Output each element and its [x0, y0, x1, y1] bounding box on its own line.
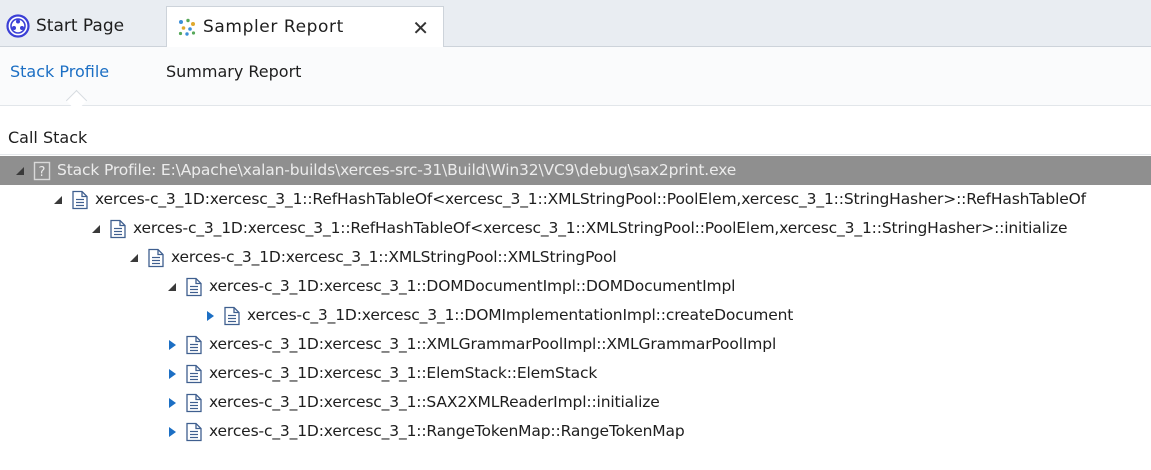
- document-tab-strip: Start Page Sampler Report ✕: [0, 0, 1151, 47]
- call-stack-header-label: Call Stack: [8, 128, 88, 147]
- tree-row-label: Stack Profile: E:\Apache\xalan-builds\xe…: [57, 161, 737, 179]
- tree-row-label: xerces-c_3_1D:xercesc_3_1::XMLStringPool…: [171, 248, 617, 266]
- document-icon: [185, 422, 203, 442]
- subtab-stack-profile[interactable]: Stack Profile: [10, 62, 109, 81]
- document-icon: [71, 190, 89, 210]
- document-icon: [185, 335, 203, 355]
- tree-row-label: xerces-c_3_1D:xercesc_3_1::RangeTokenMap…: [209, 422, 685, 440]
- document-icon: [109, 219, 127, 239]
- tab-sampler-report-label: Sampler Report: [203, 17, 344, 37]
- expanded-arrow-icon[interactable]: [164, 272, 180, 301]
- document-icon: [185, 364, 203, 384]
- expanded-arrow-icon[interactable]: [50, 185, 66, 214]
- document-icon: [185, 277, 203, 297]
- tree-row[interactable]: xerces-c_3_1D:xercesc_3_1::RangeTokenMap…: [0, 417, 1151, 446]
- tree-row-label: xerces-c_3_1D:xercesc_3_1::SAX2XMLReader…: [209, 393, 660, 411]
- expanded-arrow-icon[interactable]: [12, 156, 28, 185]
- tree-row-label: xerces-c_3_1D:xercesc_3_1::DOMImplementa…: [247, 306, 794, 324]
- tree-row[interactable]: xerces-c_3_1D:xercesc_3_1::XMLStringPool…: [0, 243, 1151, 272]
- call-stack-column-header[interactable]: Call Stack: [0, 124, 1151, 155]
- tree-row-label: xerces-c_3_1D:xercesc_3_1::DOMDocumentIm…: [209, 277, 736, 295]
- document-icon: [185, 393, 203, 413]
- tree-row[interactable]: ? Stack Profile: E:\Apache\xalan-builds\x…: [0, 156, 1151, 185]
- tree-row[interactable]: xerces-c_3_1D:xercesc_3_1::RefHashTableO…: [0, 185, 1151, 214]
- expanded-arrow-icon[interactable]: [88, 214, 104, 243]
- tree-row-label: xerces-c_3_1D:xercesc_3_1::ElemStack::El…: [209, 364, 598, 382]
- tree-row[interactable]: xerces-c_3_1D:xercesc_3_1::XMLGrammarPoo…: [0, 330, 1151, 359]
- tab-sampler-report[interactable]: Sampler Report ✕: [166, 6, 444, 47]
- subtab-summary-report[interactable]: Summary Report: [166, 62, 301, 81]
- sampler-icon: [177, 17, 197, 37]
- svg-text:?: ?: [39, 165, 46, 180]
- tab-start-page-label: Start Page: [36, 16, 125, 36]
- document-icon: [223, 306, 241, 326]
- collapsed-arrow-icon[interactable]: [164, 417, 180, 446]
- collapsed-arrow-icon[interactable]: [164, 359, 180, 388]
- help-icon: ?: [33, 161, 51, 181]
- close-icon[interactable]: ✕: [412, 16, 429, 40]
- document-icon: [147, 248, 165, 268]
- tree-row[interactable]: xerces-c_3_1D:xercesc_3_1::DOMImplementa…: [0, 301, 1151, 330]
- tree-row-label: xerces-c_3_1D:xercesc_3_1::XMLGrammarPoo…: [209, 335, 777, 353]
- tree-row[interactable]: xerces-c_3_1D:xercesc_3_1::SAX2XMLReader…: [0, 388, 1151, 417]
- tree-row[interactable]: xerces-c_3_1D:xercesc_3_1::RefHashTableO…: [0, 214, 1151, 243]
- collapsed-arrow-icon[interactable]: [164, 330, 180, 359]
- collapsed-arrow-icon[interactable]: [164, 388, 180, 417]
- call-stack-tree[interactable]: ? Stack Profile: E:\Apache\xalan-builds\x…: [0, 156, 1151, 470]
- tree-row[interactable]: xerces-c_3_1D:xercesc_3_1::DOMDocumentIm…: [0, 272, 1151, 301]
- tree-row-label: xerces-c_3_1D:xercesc_3_1::RefHashTableO…: [95, 190, 1086, 208]
- tree-row-label: xerces-c_3_1D:xercesc_3_1::RefHashTableO…: [133, 219, 1068, 237]
- start-page-icon: [6, 14, 30, 38]
- collapsed-arrow-icon[interactable]: [202, 301, 218, 330]
- tree-row[interactable]: xerces-c_3_1D:xercesc_3_1::ElemStack::El…: [0, 359, 1151, 388]
- expanded-arrow-icon[interactable]: [126, 243, 142, 272]
- report-subtab-bar: Stack Profile Summary Report: [0, 47, 1151, 112]
- active-subtab-indicator: [65, 89, 88, 112]
- tab-start-page[interactable]: Start Page: [2, 6, 164, 46]
